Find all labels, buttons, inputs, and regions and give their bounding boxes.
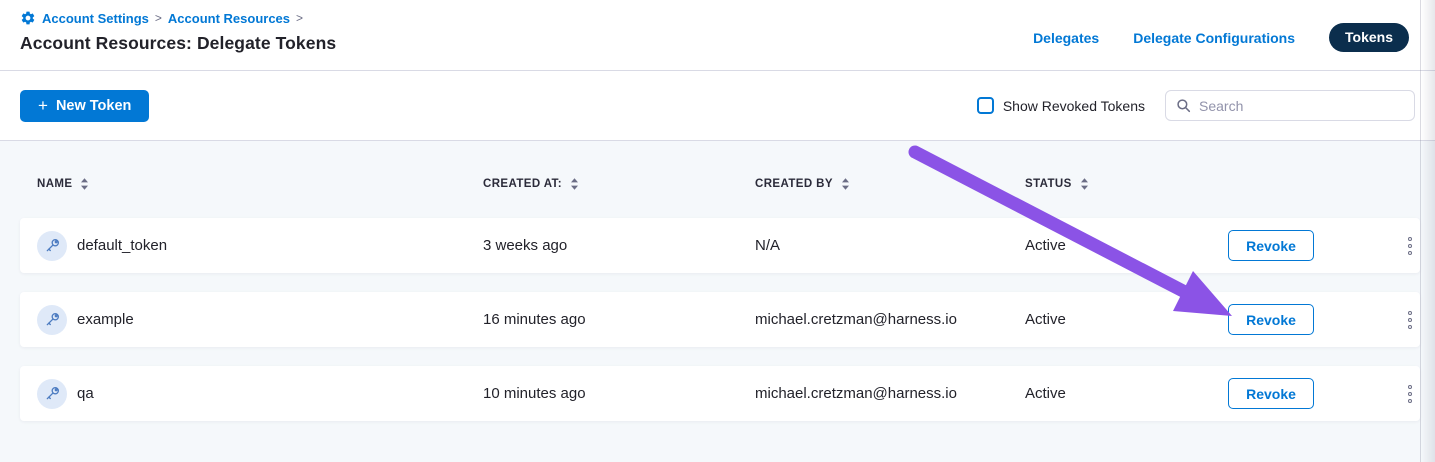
- search-input[interactable]: [1199, 98, 1404, 114]
- created-at: 3 weeks ago: [483, 237, 755, 254]
- search-box[interactable]: [1165, 90, 1415, 121]
- header-tabs: Delegates Delegate Configurations Tokens: [1033, 23, 1409, 52]
- status-value: Active: [1025, 311, 1228, 328]
- table-row: default_token 3 weeks ago N/A Active Rev…: [20, 218, 1420, 273]
- sort-icon[interactable]: [570, 177, 579, 191]
- sort-icon[interactable]: [841, 177, 850, 191]
- new-token-label: New Token: [56, 98, 131, 114]
- status-value: Active: [1025, 385, 1228, 402]
- row-menu-kebab-icon[interactable]: [1404, 381, 1416, 407]
- created-at: 10 minutes ago: [483, 385, 755, 402]
- table-row: qa 10 minutes ago michael.cretzman@harne…: [20, 366, 1420, 421]
- scrollbar[interactable]: [1420, 0, 1435, 462]
- token-name-cell: qa: [37, 379, 483, 409]
- token-name: example: [77, 311, 134, 328]
- column-header-name: NAME: [37, 177, 483, 191]
- breadcrumb: Account Settings > Account Resources >: [20, 10, 336, 26]
- tab-delegate-configurations[interactable]: Delegate Configurations: [1133, 30, 1295, 46]
- table-row: example 16 minutes ago michael.cretzman@…: [20, 292, 1420, 347]
- breadcrumb-separator: >: [155, 11, 162, 25]
- token-name: qa: [77, 385, 94, 402]
- created-by: michael.cretzman@harness.io: [755, 385, 1025, 402]
- new-token-button[interactable]: + New Token: [20, 90, 149, 122]
- token-name-cell: default_token: [37, 231, 483, 261]
- toolbar-right: Show Revoked Tokens: [977, 90, 1415, 121]
- page-header: Account Settings > Account Resources > A…: [0, 0, 1435, 71]
- show-revoked-label: Show Revoked Tokens: [1003, 98, 1145, 114]
- status-value: Active: [1025, 237, 1228, 254]
- key-icon: [37, 305, 67, 335]
- key-icon: [37, 231, 67, 261]
- breadcrumb-link-account-settings[interactable]: Account Settings: [42, 11, 149, 26]
- row-menu-kebab-icon[interactable]: [1404, 307, 1416, 333]
- page-title: Account Resources: Delegate Tokens: [20, 33, 336, 54]
- column-label: STATUS: [1025, 178, 1072, 190]
- column-label: CREATED AT:: [483, 178, 562, 190]
- plus-icon: +: [38, 97, 48, 114]
- tab-delegates[interactable]: Delegates: [1033, 30, 1099, 46]
- token-name: default_token: [77, 237, 167, 254]
- column-header-created-by: CREATED BY: [755, 177, 1025, 191]
- column-header-status: STATUS: [1025, 177, 1228, 191]
- revoke-button[interactable]: Revoke: [1228, 304, 1314, 335]
- token-name-cell: example: [37, 305, 483, 335]
- column-label: NAME: [37, 178, 72, 190]
- sort-icon[interactable]: [80, 177, 89, 191]
- sort-icon[interactable]: [1080, 177, 1089, 191]
- delegate-tokens-page: Account Settings > Account Resources > A…: [0, 0, 1435, 462]
- created-by: michael.cretzman@harness.io: [755, 311, 1025, 328]
- column-label: CREATED BY: [755, 178, 833, 190]
- row-menu-kebab-icon[interactable]: [1404, 233, 1416, 259]
- show-revoked-tokens-toggle[interactable]: Show Revoked Tokens: [977, 97, 1145, 114]
- created-by: N/A: [755, 237, 1025, 254]
- revoke-button[interactable]: Revoke: [1228, 378, 1314, 409]
- breadcrumb-link-account-resources[interactable]: Account Resources: [168, 11, 290, 26]
- tokens-table: NAME CREATED AT: CREATED BY STATUS: [0, 141, 1435, 462]
- show-revoked-checkbox[interactable]: [977, 97, 994, 114]
- created-at: 16 minutes ago: [483, 311, 755, 328]
- column-header-created-at: CREATED AT:: [483, 177, 755, 191]
- tab-tokens-active[interactable]: Tokens: [1329, 23, 1409, 52]
- header-left: Account Settings > Account Resources > A…: [20, 10, 336, 54]
- table-header-row: NAME CREATED AT: CREATED BY STATUS: [20, 171, 1420, 197]
- key-icon: [37, 379, 67, 409]
- search-icon: [1176, 98, 1191, 113]
- breadcrumb-separator: >: [296, 11, 303, 25]
- toolbar: + New Token Show Revoked Tokens: [0, 71, 1435, 141]
- revoke-button[interactable]: Revoke: [1228, 230, 1314, 261]
- settings-gear-icon: [20, 10, 36, 26]
